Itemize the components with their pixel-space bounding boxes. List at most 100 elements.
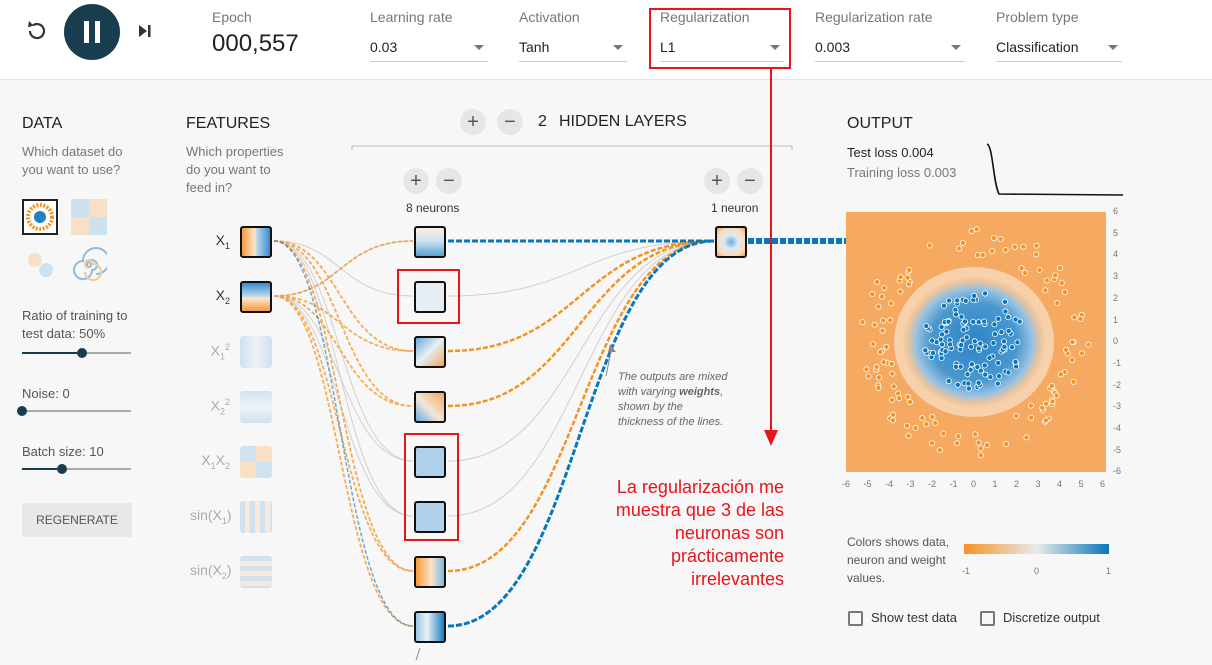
data-point-negative [997,236,1004,243]
data-point-positive [982,343,989,350]
data-point-positive [967,366,974,373]
data-point-negative [1018,265,1025,272]
data-point-positive [975,319,982,326]
data-point-negative [888,300,895,307]
data-point-negative [870,341,877,348]
training-loss-label: Training loss [847,165,921,180]
data-point-negative [1058,280,1065,287]
regularization-comment: La regularización me muestra que 3 de la… [594,476,784,591]
data-point-positive [960,326,967,333]
data-point-positive [930,349,937,356]
data-point-positive [1001,298,1008,305]
data-point-positive [1000,338,1007,345]
data-point-positive [946,297,953,304]
data-point-positive [937,336,944,343]
data-point-negative [873,363,880,370]
data-point-positive [968,361,975,368]
data-point-negative [929,440,936,447]
data-point-negative [887,317,894,324]
x-axis-tick: 5 [1078,479,1084,489]
data-point-positive [971,292,978,299]
data-point-negative [1033,242,1040,249]
y-axis-tick: -6 [1113,466,1122,477]
data-point-positive [971,338,978,345]
x-axis-tick: 6 [1100,479,1106,489]
neuron-l2-1[interactable] [715,226,747,258]
add-neuron-layer2-button[interactable]: + [704,168,730,194]
x-axis-tick: 2 [1014,479,1020,489]
data-point-positive [970,318,977,325]
data-point-positive [975,345,982,352]
data-point-negative [973,226,980,233]
data-point-negative [875,384,882,391]
neuron-l1-1[interactable] [414,226,446,258]
x-axis-tick: 0 [971,479,977,489]
neuron-l1-7[interactable] [414,556,446,588]
data-point-negative [897,288,904,295]
data-point-negative [890,411,897,418]
data-point-negative [1028,414,1035,421]
remove-layer-button[interactable]: − [497,109,523,135]
data-point-negative [1048,382,1055,389]
data-point-negative [1002,246,1009,253]
data-point-negative [1033,251,1040,258]
discretize-output-checkbox[interactable] [980,611,995,626]
add-layer-button[interactable]: + [460,109,486,135]
data-point-negative [859,319,866,326]
data-point-positive [965,385,972,392]
data-point-negative [863,366,870,373]
data-point-negative [1069,357,1076,364]
x-axis-tick: 3 [1035,479,1041,489]
neuron-l1-8[interactable] [414,611,446,643]
data-point-negative [888,360,895,367]
data-point-negative [936,447,943,454]
data-point-negative [906,398,913,405]
x-axis-tick: -3 [906,479,915,489]
data-point-negative [1013,412,1020,419]
data-point-negative [955,433,962,440]
remove-neuron-layer2-button[interactable]: − [737,168,763,194]
data-point-negative [904,422,911,429]
weights-annotation: The outputs are mixed with varying weigh… [618,370,728,430]
data-point-negative [1011,243,1018,250]
data-point-negative [989,248,996,255]
data-point-positive [1001,343,1008,350]
data-point-positive [981,318,988,325]
test-loss-value: 0.004 [901,145,934,160]
comment-line: neuronas son [674,523,784,543]
data-point-negative [869,291,876,298]
data-point-negative [904,393,911,400]
data-point-negative [1056,264,1063,271]
data-point-negative [932,420,939,427]
data-point-positive [1005,314,1012,321]
data-point-negative [968,227,975,234]
y-axis-tick: 4 [1113,249,1119,260]
remove-neuron-layer1-button[interactable]: − [436,168,462,194]
show-test-data-label: Show test data [871,610,957,625]
data-point-negative [874,278,881,285]
hidden-layers-title: HIDDEN LAYERS [559,113,687,130]
data-point-positive [968,343,975,350]
data-point-positive [940,302,947,309]
x-axis-tick: -1 [949,479,958,489]
data-point-negative [926,242,933,249]
data-point-negative [1021,269,1028,276]
data-point-positive [958,342,965,349]
neuron-l1-3[interactable] [414,336,446,368]
data-point-negative [1085,341,1092,348]
data-point-negative [865,373,872,380]
legend-min: -1 [962,566,971,576]
data-point-positive [1014,339,1021,346]
output-heatmap [846,212,1106,472]
training-loss-value: 0.003 [923,165,957,180]
data-point-positive [964,371,971,378]
neuron-l1-4[interactable] [414,391,446,423]
data-point-negative [889,370,896,377]
data-point-positive [958,313,965,320]
data-point-positive [923,323,930,330]
add-neuron-layer1-button[interactable]: + [403,168,429,194]
y-axis-tick: -4 [1113,423,1122,433]
show-test-data-checkbox[interactable] [848,611,863,626]
data-point-negative [954,440,961,447]
output-title: OUTPUT [847,115,913,132]
